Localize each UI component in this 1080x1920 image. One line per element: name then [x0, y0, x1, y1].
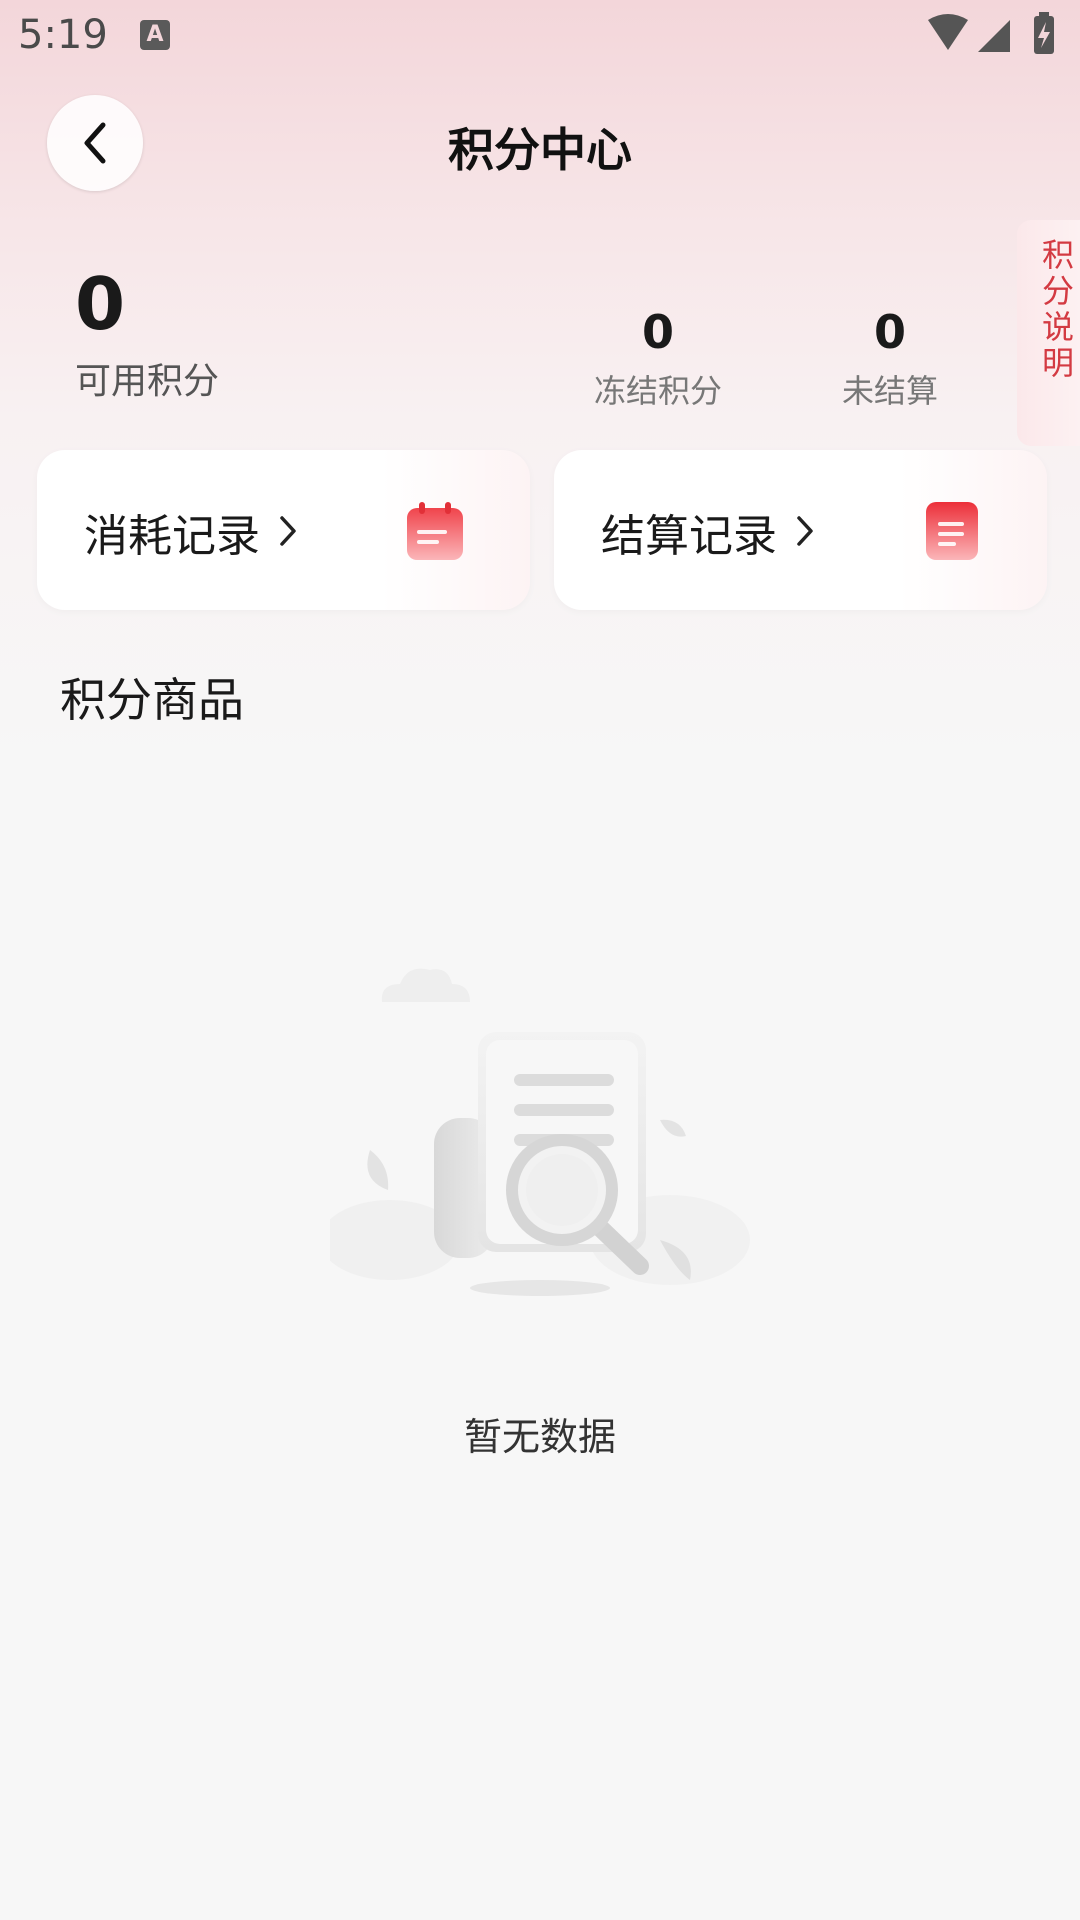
signal-icon: [978, 20, 1010, 52]
available-points-value: 0: [75, 262, 126, 346]
section-title-points-products: 积分商品: [60, 673, 244, 727]
points-explanation-label: 积分说明: [1037, 238, 1075, 382]
status-bar: 5:19 A: [0, 0, 1080, 72]
frozen-points-label: 冻结积分: [593, 372, 722, 410]
frozen-points-value: 0: [641, 305, 674, 359]
frozen-points: 0 冻结积分: [588, 304, 728, 412]
status-icons: [926, 12, 1066, 60]
page-title: 积分中心: [448, 123, 632, 177]
consume-records-card[interactable]: 消耗记录: [37, 450, 530, 610]
empty-state-text: 暂无数据: [463, 1415, 616, 1459]
document-icon: [926, 502, 978, 560]
notification-a-icon: A: [140, 20, 170, 50]
wifi-icon: [928, 14, 968, 50]
settlement-records-card[interactable]: 结算记录: [554, 450, 1047, 610]
points-explanation-tab[interactable]: 积分说明: [1017, 220, 1080, 446]
unsettled-points-value: 0: [873, 305, 906, 359]
unsettled-points: 0 未结算: [820, 304, 960, 412]
unsettled-points-label: 未结算: [841, 372, 938, 410]
chevron-right-icon: [797, 516, 813, 546]
battery-charging-icon: [1034, 12, 1054, 54]
available-points: 0 可用积分: [75, 262, 219, 404]
empty-search-document-icon: [330, 968, 750, 1296]
available-points-label: 可用积分: [75, 361, 220, 402]
settlement-records-label: 结算记录: [601, 511, 777, 562]
chevron-right-icon: [280, 516, 296, 546]
consume-records-label: 消耗记录: [84, 511, 260, 562]
calendar-icon: [407, 502, 463, 560]
status-time: 5:19: [18, 12, 108, 58]
